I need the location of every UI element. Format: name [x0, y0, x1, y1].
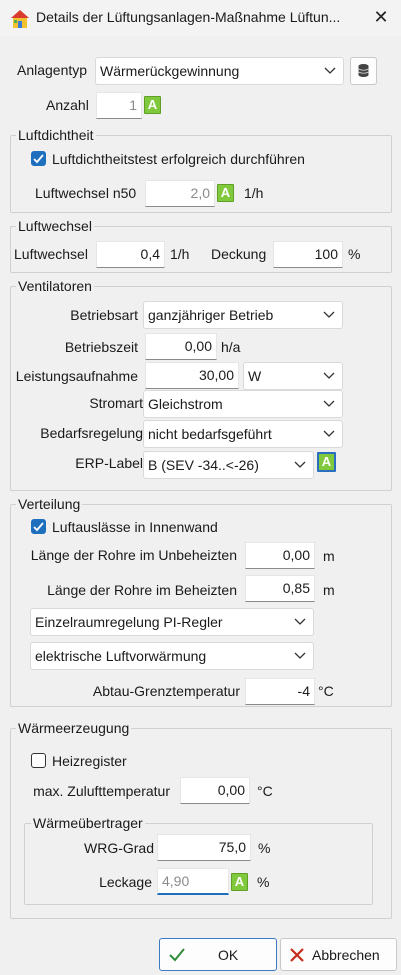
house-icon — [11, 10, 29, 28]
verteilung-title: Verteilung — [16, 496, 83, 512]
erp-label: ERP-Label — [75, 455, 143, 471]
chevron-down-icon — [323, 400, 335, 407]
betriebszeit-input[interactable]: 0,00 — [145, 333, 217, 360]
anzahl-input[interactable]: 1 — [96, 92, 142, 119]
regler-select[interactable]: Einzelraumregelung PI-Regler — [30, 608, 314, 636]
cancel-button[interactable]: Abbrechen — [280, 938, 397, 971]
unbeheizt-label: Länge der Rohre im Unbeheizten — [30, 547, 237, 563]
stromart-select[interactable]: Gleichstrom — [143, 390, 343, 418]
window-title: Details der Lüftungsanlagen-Maßnahme Lüf… — [36, 9, 341, 25]
bedarf-value: nicht bedarfsgeführt — [148, 426, 272, 442]
regler-value: Einzelraumregelung PI-Regler — [35, 614, 223, 630]
luftwechsel-input[interactable]: 0,4 — [96, 241, 165, 268]
betriebsart-select[interactable]: ganzjähriger Betrieb — [143, 301, 343, 329]
deckung-unit: % — [348, 246, 361, 262]
wrg-input[interactable]: 75,0 — [157, 834, 251, 861]
bedarf-label: Bedarfsregelung — [40, 425, 143, 441]
zuluft-unit: °C — [257, 783, 273, 799]
stromart-label: Stromart — [89, 395, 143, 411]
waermeerzeugung-title: Wärmeerzeugung — [16, 720, 132, 736]
erp-value: B (SEV -34..<-26) — [148, 457, 259, 473]
luftdichtheit-checkbox-label: Luftdichtheitstest erfolgreich durchführ… — [52, 151, 305, 167]
innenwand-checkbox-label: Luftauslässe in Innenwand — [52, 519, 218, 535]
leistung-unit-value: W — [248, 368, 262, 384]
bedarf-select[interactable]: nicht bedarfsgeführt — [143, 420, 343, 448]
wrg-unit: % — [258, 840, 271, 856]
abtau-label: Abtau-Grenztemperatur — [92, 683, 240, 699]
checkmark-icon — [169, 948, 185, 962]
chevron-down-icon — [323, 430, 335, 437]
chevron-down-icon — [324, 67, 336, 74]
close-icon[interactable]: ✕ — [370, 6, 392, 28]
anlagentyp-label: Anlagentyp — [17, 62, 88, 78]
betriebszeit-label: Betriebszeit — [64, 339, 138, 355]
checkmark-icon — [33, 154, 44, 164]
chevron-down-icon — [294, 618, 306, 625]
leistung-label: Leistungsaufnahme — [15, 368, 138, 384]
luftdichtheit-title: Luftdichtheit — [16, 127, 96, 143]
heizregister-checkbox[interactable] — [31, 753, 46, 768]
zuluft-input[interactable]: 0,00 — [180, 777, 250, 804]
beheizt-input[interactable]: 0,85 — [245, 575, 315, 602]
ventilatoren-title: Ventilatoren — [16, 278, 94, 294]
leckage-input[interactable]: 4,90 — [157, 868, 229, 895]
waermeuebertrager-title: Wärmeübertrager — [31, 815, 145, 831]
vorwaermung-value: elektrische Luftvorwärmung — [35, 648, 207, 664]
close-icon — [290, 948, 304, 962]
betriebsart-label: Betriebsart — [70, 307, 138, 323]
deckung-label: Deckung — [211, 246, 267, 262]
anlagentyp-select[interactable]: Wärmerückgewinnung — [95, 57, 344, 85]
auto-badge-icon[interactable]: A — [217, 184, 234, 202]
chevron-down-icon — [323, 372, 335, 379]
ok-button-label: OK — [218, 947, 239, 963]
leckage-unit: % — [257, 874, 270, 890]
n50-input[interactable]: 2,0 — [145, 180, 215, 207]
anzahl-label: Anzahl — [46, 97, 89, 113]
wrg-label: WRG-Grad — [84, 840, 154, 856]
unbeheizt-input[interactable]: 0,00 — [245, 542, 315, 569]
auto-badge-icon[interactable]: A — [317, 452, 336, 472]
leckage-label: Leckage — [99, 874, 152, 890]
luftdichtheit-checkbox[interactable] — [31, 151, 46, 166]
luftwechsel-label: Luftwechsel — [14, 246, 88, 262]
leistung-input[interactable]: 30,00 — [145, 362, 239, 389]
anlagentyp-value: Wärmerückgewinnung — [100, 63, 240, 79]
n50-unit: 1/h — [244, 185, 264, 201]
luftwechsel-unit: 1/h — [170, 246, 190, 262]
n50-label: Luftwechsel n50 — [35, 185, 137, 201]
abtau-unit: °C — [318, 683, 334, 699]
beheizt-label: Länge der Rohre im Beheizten — [47, 582, 237, 598]
database-button[interactable] — [350, 57, 377, 85]
chevron-down-icon — [294, 461, 306, 468]
cancel-button-label: Abbrechen — [312, 947, 380, 963]
abtau-input[interactable]: -4 — [245, 678, 315, 705]
ok-button[interactable]: OK — [159, 938, 277, 971]
leistung-unit-select[interactable]: W — [243, 362, 343, 390]
vorwaermung-select[interactable]: elektrische Luftvorwärmung — [30, 642, 314, 670]
erp-select[interactable]: B (SEV -34..<-26) — [143, 451, 314, 479]
betriebsart-value: ganzjähriger Betrieb — [148, 307, 274, 323]
deckung-input[interactable]: 100 — [273, 241, 343, 268]
database-icon — [358, 64, 369, 77]
betriebszeit-unit: h/a — [221, 339, 241, 355]
auto-badge-icon[interactable]: A — [144, 96, 161, 114]
stromart-value: Gleichstrom — [148, 396, 223, 412]
auto-badge-icon[interactable]: A — [231, 873, 248, 891]
luftwechsel-title: Luftwechsel — [16, 218, 94, 234]
chevron-down-icon — [294, 652, 306, 659]
heizregister-label: Heizregister — [52, 753, 127, 769]
innenwand-checkbox[interactable] — [31, 519, 46, 534]
checkmark-icon — [33, 522, 44, 532]
chevron-down-icon — [323, 311, 335, 318]
beheizt-unit: m — [323, 582, 335, 598]
zuluft-label: max. Zulufttemperatur — [33, 783, 170, 799]
unbeheizt-unit: m — [323, 548, 335, 564]
